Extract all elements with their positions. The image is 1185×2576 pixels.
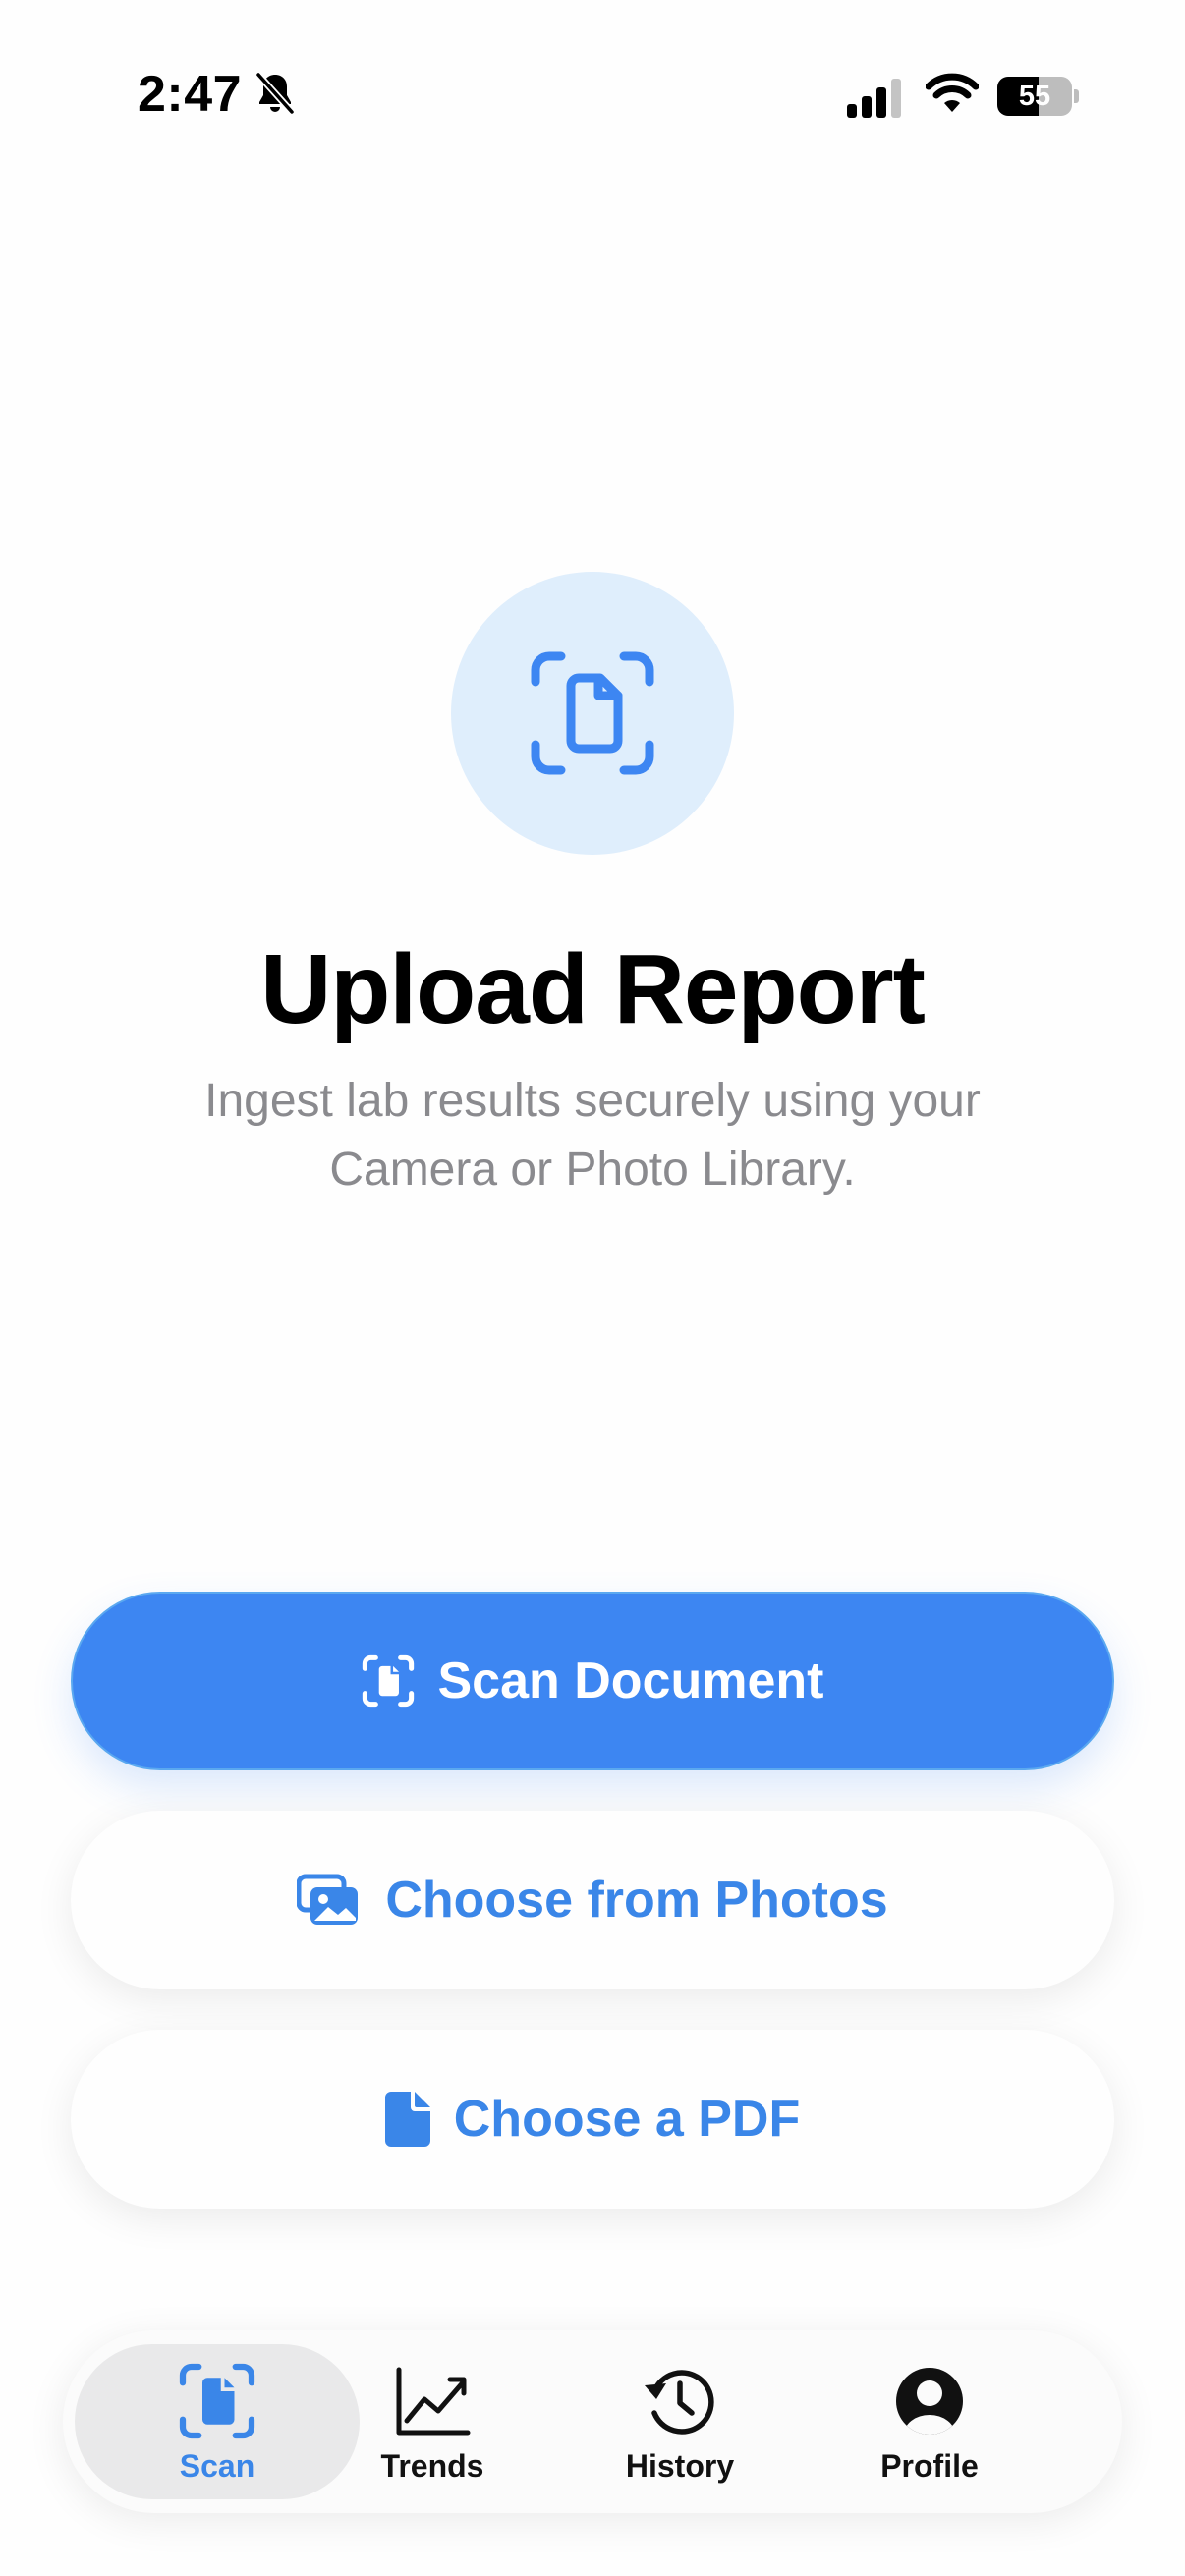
choose-pdf-label: Choose a PDF [453, 2091, 801, 2148]
tab-label: Scan [179, 2448, 255, 2484]
tab-label: Trends [380, 2448, 484, 2484]
wifi-icon [926, 73, 979, 112]
chart-trend-icon [396, 2367, 471, 2436]
tab-bar: Scan Trends History Profile [63, 2330, 1122, 2513]
choose-from-photos-label: Choose from Photos [385, 1872, 888, 1929]
status-time: 2:47 [138, 66, 243, 123]
clock-history-icon [645, 2370, 714, 2435]
photo-stack-icon [297, 1874, 359, 1925]
page-subtitle: Ingest lab results securely using your C… [204, 1075, 981, 1196]
hero-icon-circle [451, 572, 734, 855]
tab-label: History [625, 2448, 735, 2484]
document-scan-icon [531, 651, 654, 775]
tab-trends[interactable]: Trends [314, 2344, 550, 2499]
battery-percentage: 55 [1018, 81, 1051, 112]
person-circle-icon [896, 2368, 963, 2435]
status-bar: 2:47 55 [0, 0, 1185, 196]
tab-profile[interactable]: Profile [812, 2344, 1047, 2499]
scan-document-button[interactable]: Scan Document [71, 1592, 1114, 1770]
battery-icon: 55 [997, 77, 1079, 116]
bell-slash-icon [255, 72, 295, 115]
choose-pdf-button[interactable]: Choose a PDF [71, 2030, 1114, 2209]
document-scan-icon [362, 1654, 414, 1708]
document-icon [384, 2092, 430, 2147]
document-scan-icon [179, 2363, 255, 2439]
tab-label: Profile [880, 2448, 979, 2484]
cellular-signal-icon [847, 79, 901, 118]
page-title: Upload Report [260, 934, 926, 1044]
tab-history[interactable]: History [562, 2344, 798, 2499]
scan-document-label: Scan Document [437, 1652, 824, 1709]
choose-from-photos-button[interactable]: Choose from Photos [71, 1811, 1114, 1989]
